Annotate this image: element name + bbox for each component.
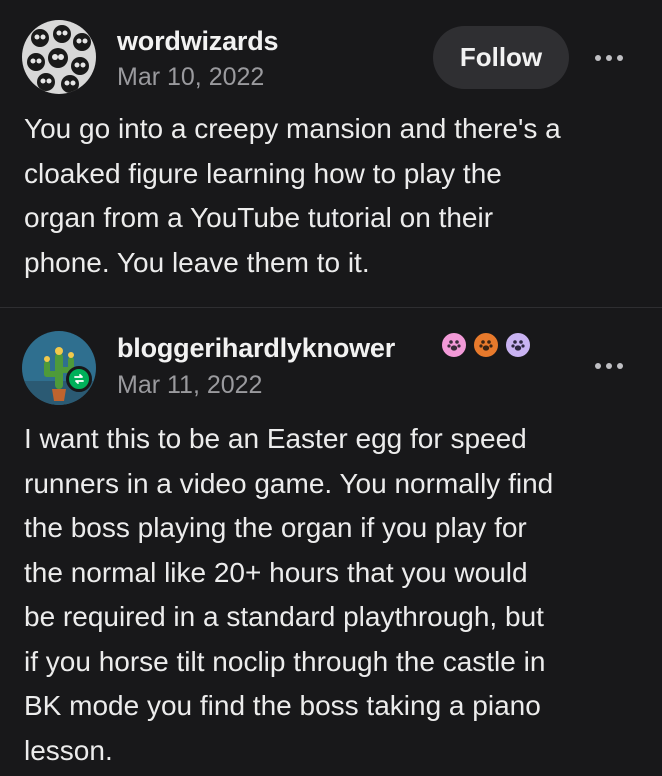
post-date: Mar 10, 2022 — [117, 63, 265, 91]
post-date: Mar 11, 2022 — [117, 371, 263, 399]
post-bloggerihardlyknower: bloggerihardlyknower Mar 11, 2022 I want… — [0, 307, 662, 776]
body-line: organ from a YouTube tutorial on their — [24, 202, 494, 233]
more-dots-icon[interactable] — [595, 55, 623, 61]
body-line: if you horse tilt noclip through the cas… — [24, 645, 546, 677]
body-line: phone. You leave them to it. — [24, 246, 370, 278]
paw-badge-pink-icon[interactable] — [440, 331, 468, 359]
badge-icons — [440, 331, 532, 359]
body-line: You go into a creepy mansion and there's… — [24, 113, 561, 144]
body-line: the normal like 20+ hours that you would — [24, 556, 528, 588]
post-wordwizards: wordwizards Mar 10, 2022 Follow You go i… — [0, 0, 662, 307]
reblog-icon — [66, 366, 92, 392]
body-line: BK mode you find the boss taking a piano — [24, 690, 541, 721]
paw-badge-orange-icon[interactable] — [472, 331, 500, 359]
body-line: the boss playing the organ if you play f… — [24, 512, 527, 543]
skulls-avatar[interactable] — [22, 20, 96, 94]
follow-button[interactable]: Follow — [433, 26, 569, 89]
username[interactable]: wordwizards — [117, 26, 279, 57]
body-line: cloaked figure learning how to play the — [24, 157, 502, 189]
body-line: be required in a standard playthrough, b… — [24, 601, 544, 632]
username[interactable]: bloggerihardlyknower — [117, 333, 395, 364]
post-body: You go into a creepy mansion and there's… — [24, 107, 640, 285]
body-line: I want this to be an Easter egg for spee… — [24, 423, 527, 454]
body-line: runners in a video game. You normally fi… — [24, 467, 554, 499]
paw-badge-lavender-icon[interactable] — [504, 331, 532, 359]
body-line: lesson. — [24, 734, 113, 766]
more-dots-icon[interactable] — [595, 363, 623, 369]
post-body: I want this to be an Easter egg for spee… — [24, 417, 640, 773]
